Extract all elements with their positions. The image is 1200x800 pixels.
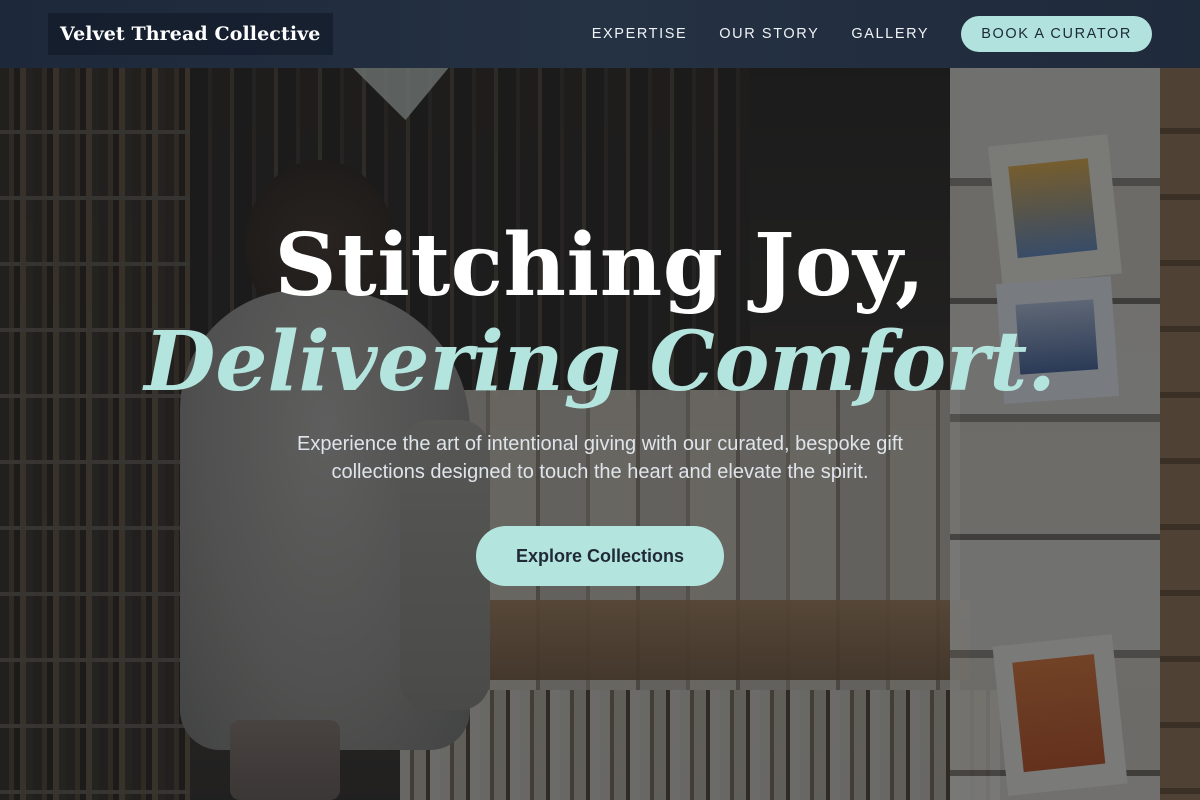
- top-navbar: Velvet Thread Collective EXPERTISE OUR S…: [0, 0, 1200, 68]
- hero-headline-line2: Delivering Comfort.: [144, 314, 1056, 410]
- nav-links: EXPERTISE OUR STORY GALLERY BOOK A CURAT…: [592, 16, 1152, 52]
- hero-section: Stitching Joy, Delivering Comfort. Exper…: [0, 68, 1200, 800]
- explore-collections-button[interactable]: Explore Collections: [476, 526, 724, 586]
- book-curator-button[interactable]: BOOK A CURATOR: [961, 16, 1152, 52]
- nav-link-expertise[interactable]: EXPERTISE: [592, 26, 688, 42]
- nav-link-our-story[interactable]: OUR STORY: [719, 26, 819, 42]
- nav-link-gallery[interactable]: GALLERY: [851, 26, 929, 42]
- hero-subtitle: Experience the art of intentional giving…: [297, 433, 903, 483]
- brand-logo[interactable]: Velvet Thread Collective: [48, 13, 333, 55]
- hero-headline-line1: Stitching Joy,: [274, 215, 926, 316]
